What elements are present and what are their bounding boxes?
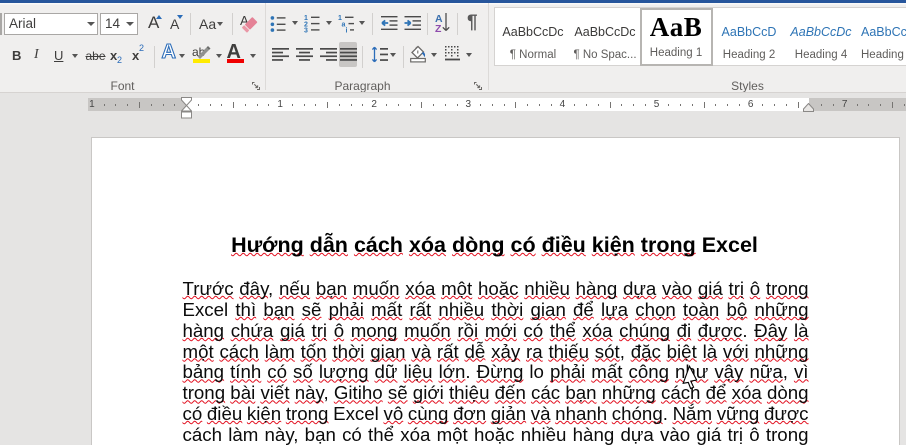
svg-text:3: 3 [304,28,308,33]
svg-text:i: i [346,28,348,33]
